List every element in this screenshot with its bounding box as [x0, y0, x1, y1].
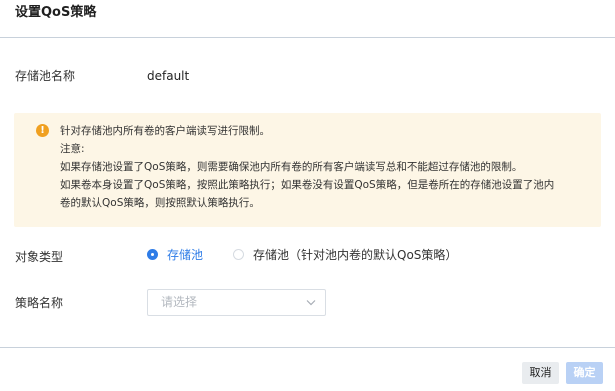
- policy-name-label: 策略名称: [15, 296, 64, 310]
- policy-select-placeholder: 请选择: [161, 295, 198, 309]
- radio-checked-icon: [147, 248, 158, 260]
- chevron-down-icon: [306, 300, 316, 306]
- header-divider: [0, 37, 615, 38]
- radio-unchecked-icon: [233, 248, 244, 260]
- object-type-label: 对象类型: [15, 250, 64, 264]
- radio-storage-pool[interactable]: 存储池: [147, 244, 203, 264]
- notice-line: 注意:: [60, 143, 85, 155]
- radio-label: 存储池（针对池内卷的默认QoS策略）: [253, 247, 458, 262]
- radio-label: 存储池: [167, 247, 204, 262]
- notice-line: 如果卷本身设置了QoS策略，按照此策略执行；如果卷没有设置QoS策略，但是卷所在…: [60, 179, 555, 191]
- qos-dialog: 设置QoS策略 存储池名称 default ! 针对存储池内所有卷的客户端读写进…: [0, 0, 615, 391]
- footer-divider: [0, 347, 615, 348]
- cancel-button[interactable]: 取消: [522, 362, 559, 384]
- confirm-button[interactable]: 确定: [566, 362, 603, 384]
- notice-text: 针对存储池内所有卷的客户端读写进行限制。 注意: 如果存储池设置了QoS策略，则…: [60, 122, 590, 212]
- notice-line: 卷的默认QoS策略，则按照默认策略执行。: [60, 197, 260, 209]
- warning-icon: !: [36, 124, 49, 137]
- pool-name-value: default: [147, 69, 190, 83]
- dialog-title: 设置QoS策略: [15, 5, 97, 20]
- notice-box: ! 针对存储池内所有卷的客户端读写进行限制。 注意: 如果存储池设置了QoS策略…: [14, 113, 601, 227]
- notice-line: 针对存储池内所有卷的客户端读写进行限制。: [60, 125, 270, 137]
- radio-storage-pool-default-volume[interactable]: 存储池（针对池内卷的默认QoS策略）: [233, 244, 457, 264]
- notice-line: 如果存储池设置了QoS策略，则需要确保池内所有卷的所有客户端读写总和不能超过存储…: [60, 161, 523, 173]
- pool-name-label: 存储池名称: [15, 69, 76, 83]
- policy-select[interactable]: 请选择: [147, 289, 326, 316]
